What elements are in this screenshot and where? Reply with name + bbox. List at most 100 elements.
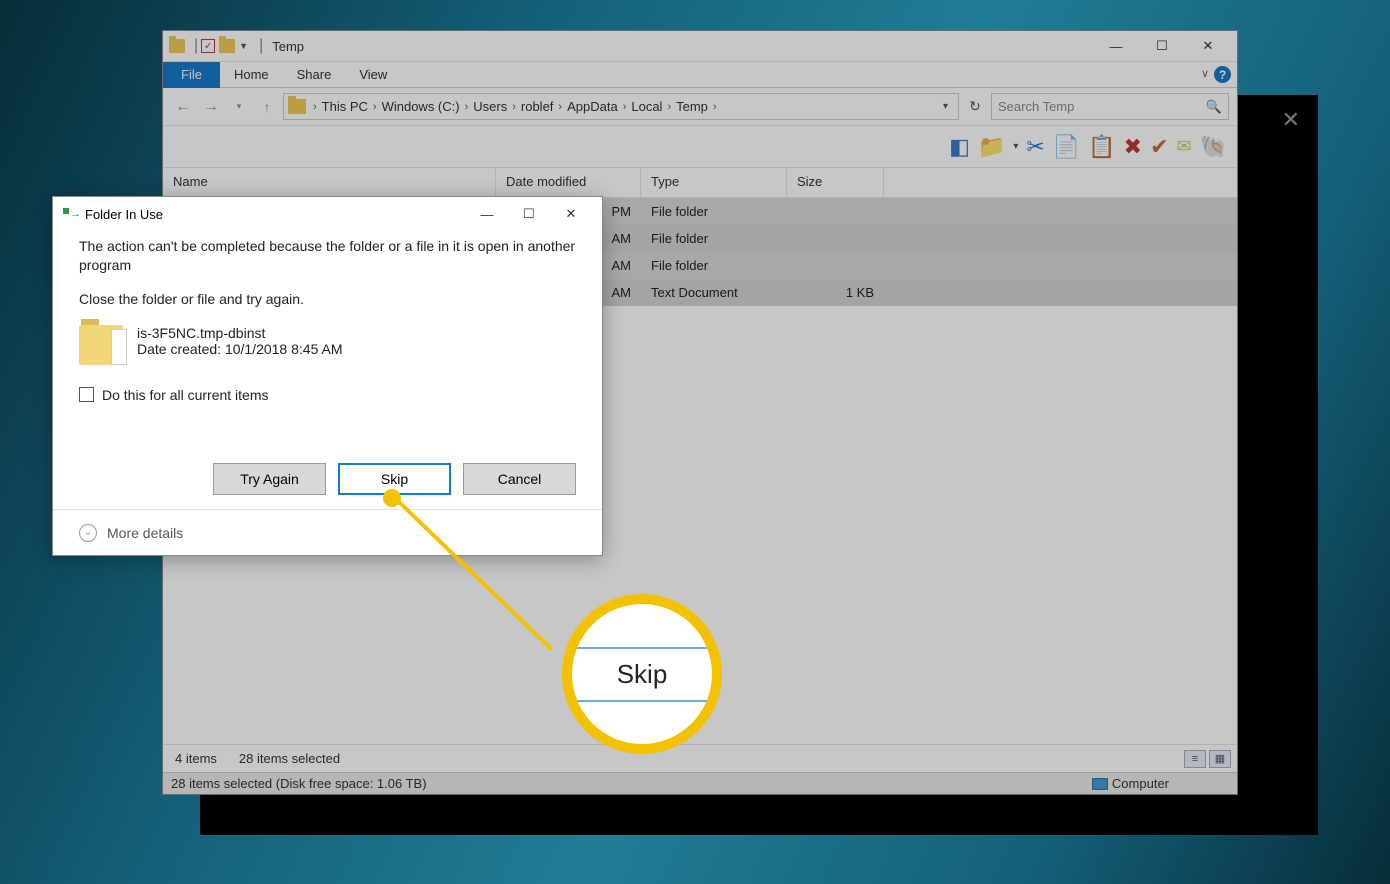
ribbon-tab-view[interactable]: View — [345, 63, 401, 86]
view-buttons: ≡ ▦ — [1184, 750, 1231, 768]
dialog-controls: — ☐ ✕ — [466, 197, 592, 231]
new-folder-icon[interactable]: 📁 — [978, 134, 1005, 160]
dropdown-icon[interactable]: ▾ — [1013, 141, 1018, 152]
breadcrumb-separator: › — [465, 101, 469, 113]
ribbon-file-tab[interactable]: File — [163, 62, 220, 88]
dialog-titlebar: Folder In Use — ☐ ✕ — [53, 197, 602, 231]
dialog-title: Folder In Use — [85, 207, 163, 222]
window-controls: — ☐ ✕ — [1093, 31, 1231, 62]
navigation-bar: ← → ▾ ↑ › This PC › Windows (C:) › Users… — [163, 88, 1237, 126]
cancel-button[interactable]: Cancel — [463, 463, 576, 495]
dialog-filename: is-3F5NC.tmp-dbinst — [137, 325, 342, 341]
refresh-button[interactable]: ↻ — [963, 95, 987, 119]
titlebar-separator: | — [194, 37, 198, 55]
thumbnails-view-icon[interactable]: ▦ — [1209, 750, 1231, 768]
dialog-icon — [63, 208, 79, 220]
column-header-size[interactable]: Size — [787, 168, 884, 197]
search-placeholder: Search Temp — [998, 99, 1074, 114]
shell-icon[interactable]: 🐚 — [1200, 134, 1227, 160]
window-title: Temp — [272, 39, 304, 54]
footer-status: 28 items selected (Disk free space: 1.06… — [171, 776, 427, 791]
ribbon-tab-share[interactable]: Share — [283, 63, 346, 86]
minimize-button[interactable]: — — [466, 197, 508, 231]
dialog-file-info: is-3F5NC.tmp-dbinst Date created: 10/1/2… — [79, 325, 576, 365]
copy-icon[interactable]: 📄 — [1053, 134, 1080, 160]
address-dropdown-icon[interactable]: ▾ — [937, 101, 954, 112]
cut-icon[interactable]: ✂ — [1026, 134, 1044, 160]
titlebar-separator: | — [259, 37, 263, 55]
close-button[interactable]: ✕ — [550, 197, 592, 231]
status-selected-count: 28 items selected — [239, 751, 340, 766]
breadcrumb-separator: › — [713, 101, 717, 113]
paste-icon[interactable]: 📋 — [1088, 134, 1115, 160]
search-input[interactable]: Search Temp 🔍 — [991, 93, 1229, 120]
up-button[interactable]: ↑ — [255, 95, 279, 119]
status-bar: 4 items 28 items selected ≡ ▦ — [163, 744, 1237, 772]
dialog-filedate: Date created: 10/1/2018 8:45 AM — [137, 341, 342, 357]
qat-folder-icon[interactable] — [219, 39, 235, 53]
magnifier-border-line — [572, 700, 712, 702]
computer-icon — [1092, 778, 1108, 790]
cell-type: File folder — [641, 258, 787, 273]
chevron-down-icon[interactable]: ⌄ — [79, 524, 97, 542]
dialog-footer[interactable]: ⌄ More details — [53, 509, 602, 555]
breadcrumb-separator: › — [512, 101, 516, 113]
check-icon[interactable]: ✔ — [1150, 134, 1168, 160]
folder-icon — [288, 99, 306, 114]
folder-icon — [79, 325, 123, 365]
breadcrumb-segment[interactable]: Users — [473, 99, 507, 114]
checkbox[interactable] — [79, 387, 94, 402]
close-button[interactable]: ✕ — [1185, 31, 1231, 62]
qat-save-icon[interactable]: ✓ — [201, 39, 215, 53]
column-header-date[interactable]: Date modified — [496, 168, 641, 197]
footer-computer-label: Computer — [1112, 776, 1169, 791]
breadcrumb-separator: › — [667, 101, 671, 113]
dialog-submessage: Close the folder or file and try again. — [79, 291, 576, 307]
maximize-button[interactable]: ☐ — [508, 197, 550, 231]
magnifier-label: Skip — [617, 649, 668, 700]
forward-button[interactable]: → — [199, 95, 223, 119]
dialog-checkbox-row[interactable]: Do this for all current items — [79, 387, 576, 403]
callout-magnifier: Skip — [562, 594, 722, 754]
breadcrumb-segment[interactable]: Windows (C:) — [382, 99, 460, 114]
column-headers: Name Date modified Type Size — [163, 168, 1237, 198]
toolbar: ◧ 📁 ▾ ✂ 📄 📋 ✖ ✔ ✉ 🐚 — [163, 126, 1237, 168]
minimize-button[interactable]: — — [1093, 31, 1139, 62]
maximize-button[interactable]: ☐ — [1139, 31, 1185, 62]
breadcrumb-separator: › — [623, 101, 627, 113]
search-icon[interactable]: 🔍 — [1206, 99, 1222, 115]
column-header-type[interactable]: Type — [641, 168, 787, 197]
footer-bar: 28 items selected (Disk free space: 1.06… — [163, 772, 1237, 794]
titlebar: | ✓ ▼ | Temp — ☐ ✕ — [163, 31, 1237, 62]
column-header-name[interactable]: Name — [163, 168, 496, 197]
breadcrumb-segment[interactable]: AppData — [567, 99, 618, 114]
breadcrumb-segment[interactable]: roblef — [521, 99, 554, 114]
checkbox-label: Do this for all current items — [102, 387, 269, 403]
dialog-actions: Try Again Skip Cancel — [53, 463, 602, 509]
details-view-icon[interactable]: ≡ — [1184, 750, 1206, 768]
ribbon-collapse-icon[interactable]: ∨ — [1201, 67, 1209, 80]
close-icon[interactable]: ✕ — [1282, 107, 1300, 133]
breadcrumb-separator: › — [373, 101, 377, 113]
breadcrumb-segment[interactable]: Temp — [676, 99, 708, 114]
cell-type: Text Document — [641, 285, 787, 300]
mail-icon[interactable]: ✉ — [1177, 136, 1192, 157]
qat-dropdown-icon[interactable]: ▼ — [239, 41, 248, 51]
breadcrumb-segment[interactable]: Local — [631, 99, 662, 114]
more-details-label: More details — [107, 525, 183, 541]
breadcrumb-separator: › — [558, 101, 562, 113]
breadcrumb-separator: › — [313, 101, 317, 113]
preview-pane-icon[interactable]: ◧ — [949, 134, 970, 160]
history-dropdown-icon[interactable]: ▾ — [227, 95, 251, 119]
back-button[interactable]: ← — [171, 95, 195, 119]
try-again-button[interactable]: Try Again — [213, 463, 326, 495]
delete-icon[interactable]: ✖ — [1124, 134, 1142, 160]
cell-type: File folder — [641, 204, 787, 219]
ribbon-tab-home[interactable]: Home — [220, 63, 283, 86]
folder-in-use-dialog: Folder In Use — ☐ ✕ The action can't be … — [52, 196, 603, 556]
address-bar[interactable]: › This PC › Windows (C:) › Users › roble… — [283, 93, 959, 120]
help-icon[interactable]: ? — [1214, 66, 1231, 83]
dialog-message: The action can't be completed because th… — [79, 237, 576, 275]
ribbon: File Home Share View ∨ ? — [163, 62, 1237, 88]
breadcrumb-segment[interactable]: This PC — [322, 99, 368, 114]
